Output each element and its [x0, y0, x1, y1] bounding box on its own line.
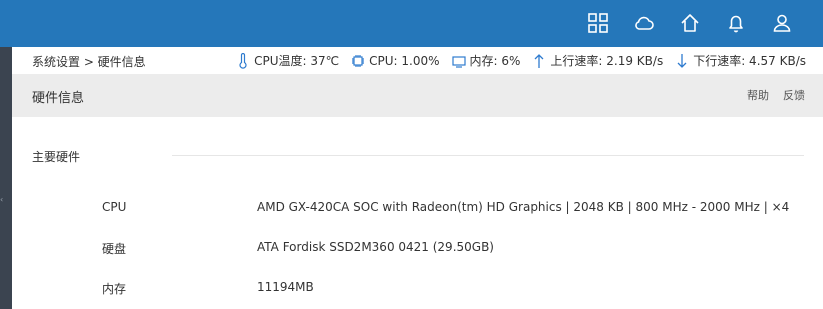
- breadcrumb: 系统设置 > 硬件信息: [32, 55, 146, 69]
- monitor-icon: [451, 55, 466, 68]
- home-icon[interactable]: [679, 12, 701, 34]
- cloud-icon[interactable]: [633, 12, 655, 34]
- apps-grid-icon[interactable]: [587, 12, 609, 34]
- system-stats: CPU温度: 37℃ CPU: 1.00% 内存: 6% 上行速率: 2.19 …: [224, 52, 806, 69]
- upload-text: 上行速率: 2.19 KB/s: [550, 54, 664, 68]
- download-stat: 下行速率: 4.57 KB/s: [675, 52, 806, 69]
- memory-stat: 内存: 6%: [451, 52, 521, 69]
- row-label: 内存: [102, 282, 127, 296]
- cpu-temp-stat: CPU温度: 37℃: [236, 52, 339, 69]
- row-value: 11194MB: [257, 280, 314, 294]
- row-label: 硬盘: [102, 242, 127, 256]
- bell-icon[interactable]: [725, 12, 747, 34]
- cpu-temp-text: CPU温度: 37℃: [254, 54, 340, 68]
- page-title: 硬件信息: [32, 91, 85, 106]
- row-value: ATA Fordisk SSD2M360 0421 (29.50GB): [257, 240, 494, 254]
- thermometer-icon: [239, 52, 247, 69]
- header-links: 帮助 反馈: [747, 87, 805, 103]
- arrow-down-icon: [677, 53, 687, 68]
- top-bar: [0, 0, 823, 47]
- page-header: 硬件信息 帮助 反馈: [12, 74, 823, 117]
- status-bar: 系统设置 > 硬件信息 CPU温度: 37℃ CPU: 1.00% 内存: 6%: [12, 47, 823, 74]
- arrow-up-icon: [534, 53, 544, 68]
- help-link[interactable]: 帮助: [747, 87, 769, 103]
- row-value: AMD GX-420CA SOC with Radeon(tm) HD Grap…: [257, 200, 790, 214]
- user-icon[interactable]: [771, 12, 793, 34]
- cpu-usage-stat: CPU: 1.00%: [351, 53, 440, 69]
- cpu-usage-text: CPU: 1.00%: [369, 53, 440, 68]
- feedback-link[interactable]: 反馈: [783, 87, 805, 103]
- row-label: CPU: [102, 200, 127, 214]
- download-text: 下行速率: 4.57 KB/s: [693, 54, 806, 68]
- upload-stat: 上行速率: 2.19 KB/s: [532, 52, 663, 69]
- top-icon-group: [587, 12, 793, 34]
- chip-icon: [352, 54, 365, 67]
- memory-text: 内存: 6%: [469, 54, 521, 68]
- section-title: 主要硬件: [32, 150, 81, 164]
- section-divider: [172, 155, 804, 156]
- collapse-handle-icon[interactable]: ‹: [0, 195, 4, 205]
